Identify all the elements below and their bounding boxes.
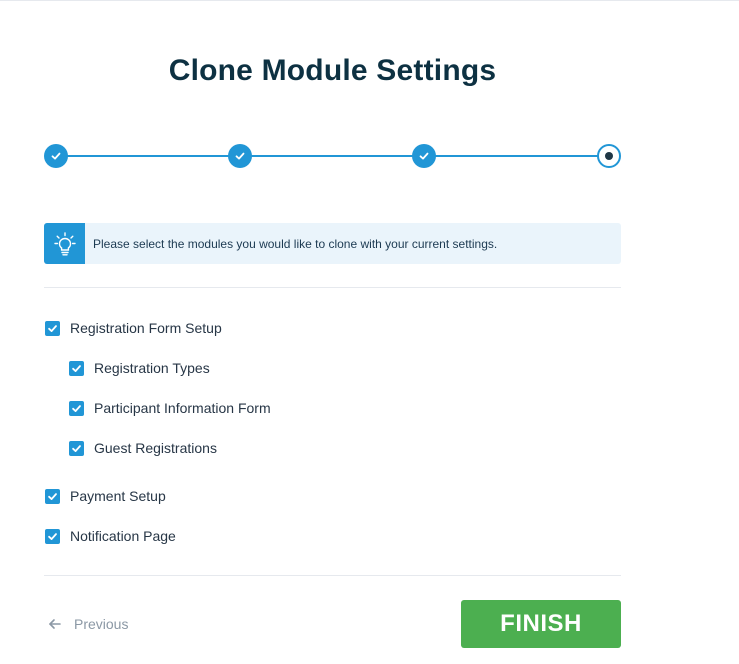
check-icon [419, 152, 429, 160]
module-label: Guest Registrations [94, 440, 217, 456]
checkbox-checked[interactable] [69, 440, 84, 456]
module-label: Notification Page [70, 528, 176, 544]
module-guest-registrations[interactable]: Guest Registrations [69, 440, 217, 456]
top-divider [0, 0, 739, 1]
step-4-current [597, 144, 621, 168]
info-icon-box [44, 223, 85, 264]
info-banner: Please select the modules you would like… [44, 223, 621, 264]
module-payment-setup[interactable]: Payment Setup [45, 488, 166, 504]
info-message: Please select the modules you would like… [93, 236, 498, 251]
check-icon [51, 152, 61, 160]
lightbulb-icon [53, 231, 76, 255]
check-icon [235, 152, 245, 160]
checkbox-checked[interactable] [45, 320, 60, 336]
arrow-left-icon [49, 619, 61, 629]
checkbox-checked[interactable] [45, 488, 60, 504]
module-notification-page[interactable]: Notification Page [45, 528, 176, 544]
module-label: Payment Setup [70, 488, 166, 504]
checkbox-checked[interactable] [45, 528, 60, 544]
module-registration-form-setup[interactable]: Registration Form Setup [45, 320, 222, 336]
module-participant-information-form[interactable]: Participant Information Form [69, 400, 271, 416]
check-icon [72, 444, 81, 452]
stepper-connector [240, 155, 424, 157]
page-title: Clone Module Settings [168, 54, 497, 87]
module-registration-types[interactable]: Registration Types [69, 360, 210, 376]
module-label: Registration Types [94, 360, 210, 376]
module-label: Registration Form Setup [70, 320, 222, 336]
section-divider [44, 575, 621, 576]
radio-dot-icon [605, 152, 613, 160]
check-icon [48, 532, 57, 540]
section-divider [44, 287, 621, 288]
stepper-connector [424, 155, 608, 157]
check-icon [48, 324, 57, 332]
step-1-complete [44, 144, 68, 168]
check-icon [48, 492, 57, 500]
previous-button[interactable]: Previous [48, 612, 128, 636]
check-icon [72, 404, 81, 412]
check-icon [72, 364, 81, 372]
checkbox-checked[interactable] [69, 360, 84, 376]
checkbox-checked[interactable] [69, 400, 84, 416]
finish-button[interactable]: FINISH [461, 600, 621, 648]
step-2-complete [228, 144, 252, 168]
stepper-connector [56, 155, 240, 157]
progress-stepper [44, 143, 621, 169]
module-label: Participant Information Form [94, 400, 271, 416]
previous-label: Previous [74, 616, 129, 632]
step-3-complete [412, 144, 436, 168]
